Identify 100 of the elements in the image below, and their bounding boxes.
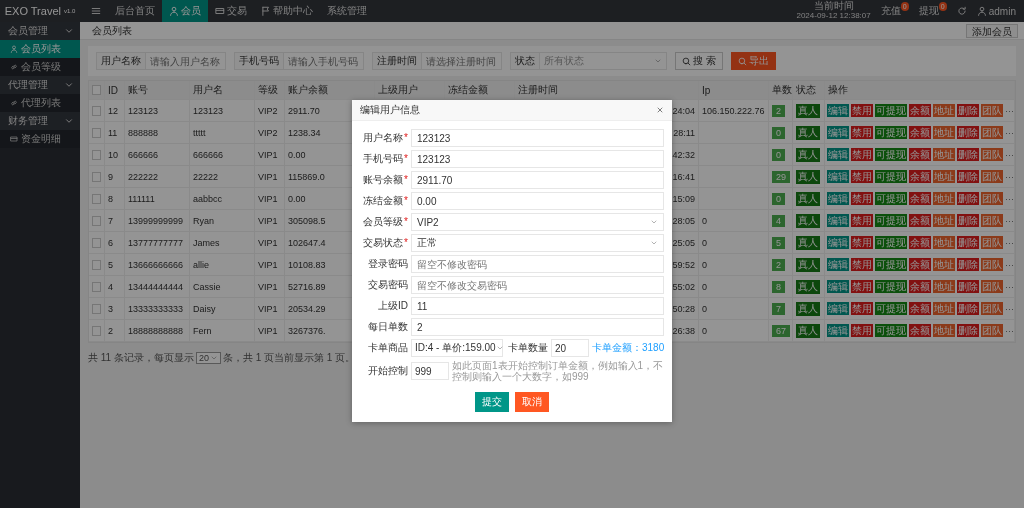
action-button[interactable]: 地址	[933, 214, 955, 227]
more-link[interactable]: ···	[1005, 105, 1014, 116]
export-button[interactable]: 导出	[730, 52, 776, 70]
action-button[interactable]: 余额	[909, 324, 931, 337]
action-button[interactable]: 余额	[909, 236, 931, 249]
more-link[interactable]: ···	[1005, 281, 1014, 292]
checkbox[interactable]	[92, 281, 101, 292]
text-field[interactable]: 123123	[411, 150, 664, 168]
nav-tab[interactable]: 系统管理	[320, 0, 374, 22]
action-button[interactable]: 删除	[957, 324, 979, 337]
sidebar-group[interactable]: 财务管理	[0, 112, 80, 130]
action-button[interactable]: 可提现	[875, 148, 907, 161]
action-button[interactable]: 禁用	[851, 214, 873, 227]
action-button[interactable]: 编辑	[827, 170, 849, 183]
action-button[interactable]: 编辑	[827, 214, 849, 227]
action-button[interactable]: 删除	[957, 258, 979, 271]
action-button[interactable]: 禁用	[851, 280, 873, 293]
action-button[interactable]: 余额	[909, 214, 931, 227]
action-button[interactable]: 团队	[981, 324, 1003, 337]
action-button[interactable]: 余额	[909, 192, 931, 205]
checkbox[interactable]	[92, 85, 101, 95]
action-button[interactable]: 余额	[909, 104, 931, 117]
cancel-button[interactable]: 取消	[515, 392, 549, 412]
top-link[interactable]: 充值	[880, 4, 901, 18]
text-field[interactable]: 20	[551, 339, 589, 357]
action-button[interactable]: 可提现	[875, 214, 907, 227]
action-button[interactable]: 禁用	[851, 302, 873, 315]
action-button[interactable]: 删除	[957, 126, 979, 139]
more-link[interactable]: ···	[1005, 303, 1014, 314]
action-button[interactable]: 可提现	[875, 324, 907, 337]
action-button[interactable]: 余额	[909, 302, 931, 315]
sidebar-group[interactable]: 会员管理	[0, 22, 80, 40]
more-link[interactable]: ···	[1005, 193, 1014, 204]
action-button[interactable]: 禁用	[851, 324, 873, 337]
action-button[interactable]: 地址	[933, 258, 955, 271]
more-link[interactable]: ···	[1005, 171, 1014, 182]
select-field[interactable]: 正常	[411, 234, 664, 252]
checkbox[interactable]	[92, 303, 101, 314]
action-button[interactable]: 余额	[909, 280, 931, 293]
action-button[interactable]: 编辑	[827, 148, 849, 161]
text-field[interactable]: 请选择注册时间	[422, 52, 502, 70]
checkbox[interactable]	[92, 215, 101, 226]
text-field[interactable]: 留空不修改交易密码	[411, 276, 664, 294]
action-button[interactable]: 团队	[981, 214, 1003, 227]
sidebar-item[interactable]: 资金明细	[0, 130, 80, 148]
action-button[interactable]: 禁用	[851, 126, 873, 139]
action-button[interactable]: 地址	[933, 280, 955, 293]
action-button[interactable]: 可提现	[875, 126, 907, 139]
sidebar-item[interactable]: 会员等级	[0, 58, 80, 76]
more-link[interactable]: ···	[1005, 215, 1014, 226]
action-button[interactable]: 地址	[933, 148, 955, 161]
action-button[interactable]: 团队	[981, 258, 1003, 271]
action-button[interactable]: 删除	[957, 280, 979, 293]
action-button[interactable]: 编辑	[827, 104, 849, 117]
nav-tab[interactable]: 交易	[208, 0, 254, 22]
more-link[interactable]: ···	[1005, 259, 1014, 270]
text-field[interactable]: 11	[411, 297, 664, 315]
text-field[interactable]: 0.00	[411, 192, 664, 210]
action-button[interactable]: 可提现	[875, 192, 907, 205]
action-button[interactable]: 地址	[933, 104, 955, 117]
action-button[interactable]: 余额	[909, 258, 931, 271]
action-button[interactable]: 团队	[981, 148, 1003, 161]
action-button[interactable]: 编辑	[827, 236, 849, 249]
user-menu[interactable]: admin	[976, 5, 1016, 17]
close-icon[interactable]	[656, 106, 664, 114]
action-button[interactable]: 删除	[957, 302, 979, 315]
action-button[interactable]: 余额	[909, 126, 931, 139]
action-button[interactable]: 团队	[981, 104, 1003, 117]
more-link[interactable]: ···	[1005, 149, 1014, 160]
action-button[interactable]: 编辑	[827, 258, 849, 271]
action-button[interactable]: 删除	[957, 192, 979, 205]
action-button[interactable]: 编辑	[827, 324, 849, 337]
text-field[interactable]: 2	[411, 318, 664, 336]
checkbox[interactable]	[92, 105, 101, 116]
action-button[interactable]: 可提现	[875, 302, 907, 315]
select-field[interactable]: VIP2	[411, 213, 664, 231]
checkbox[interactable]	[92, 149, 101, 160]
nav-tab[interactable]: 帮助中心	[254, 0, 320, 22]
action-button[interactable]: 删除	[957, 104, 979, 117]
action-button[interactable]: 可提现	[875, 236, 907, 249]
action-button[interactable]: 可提现	[875, 104, 907, 117]
action-button[interactable]: 编辑	[827, 280, 849, 293]
text-field[interactable]: 2911.70	[411, 171, 664, 189]
action-button[interactable]: 禁用	[851, 170, 873, 183]
action-button[interactable]: 余额	[909, 170, 931, 183]
action-button[interactable]: 团队	[981, 126, 1003, 139]
checkbox[interactable]	[92, 259, 101, 270]
checkbox[interactable]	[92, 193, 101, 204]
action-button[interactable]: 余额	[909, 148, 931, 161]
action-button[interactable]: 地址	[933, 302, 955, 315]
text-field[interactable]: 请输入手机号码	[284, 52, 364, 70]
action-button[interactable]: 禁用	[851, 192, 873, 205]
action-button[interactable]: 团队	[981, 280, 1003, 293]
search-button[interactable]: 搜 索	[675, 52, 723, 70]
action-button[interactable]: 可提现	[875, 280, 907, 293]
action-button[interactable]: 删除	[957, 236, 979, 249]
action-button[interactable]: 地址	[933, 170, 955, 183]
nav-tab[interactable]: 会员	[162, 0, 208, 22]
text-field[interactable]: 请输入用户名称	[146, 52, 226, 70]
more-link[interactable]: ···	[1005, 237, 1014, 248]
